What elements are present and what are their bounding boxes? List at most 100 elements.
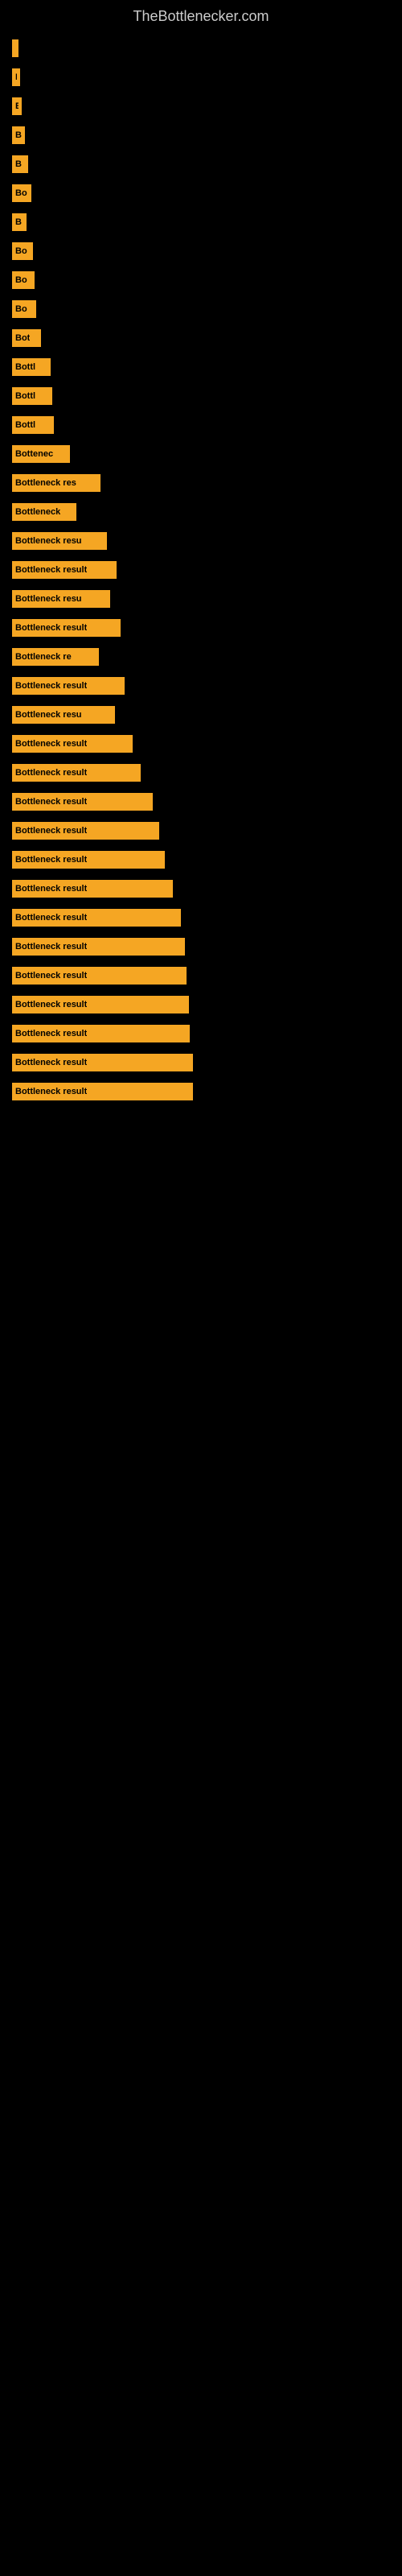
bar-label-36: Bottleneck result — [15, 1087, 87, 1096]
bar-label-2: B — [15, 101, 18, 111]
bar-label-6: B — [15, 217, 22, 227]
bar-19: Bottleneck resu — [12, 590, 110, 608]
bar-label-13: Bottl — [15, 420, 35, 430]
bar-label-23: Bottleneck resu — [15, 710, 82, 720]
bar-label-1: B — [15, 72, 17, 82]
bar-row-29: Bottleneck result — [12, 877, 390, 900]
bar-1: B — [12, 68, 20, 86]
bar-row-17: Bottleneck resu — [12, 530, 390, 552]
bar-row-1: B — [12, 66, 390, 89]
bar-label-31: Bottleneck result — [15, 942, 87, 952]
bar-22: Bottleneck result — [12, 677, 125, 695]
bar-row-32: Bottleneck result — [12, 964, 390, 987]
bar-row-36: Bottleneck result — [12, 1080, 390, 1103]
bar-label-34: Bottleneck result — [15, 1029, 87, 1038]
bar-row-18: Bottleneck result — [12, 559, 390, 581]
bar-label-32: Bottleneck result — [15, 971, 87, 980]
bar-label-33: Bottleneck result — [15, 1000, 87, 1009]
bar-label-19: Bottleneck resu — [15, 594, 82, 604]
bar-row-22: Bottleneck result — [12, 675, 390, 697]
bar-36: Bottleneck result — [12, 1083, 193, 1100]
bar-label-25: Bottleneck result — [15, 768, 87, 778]
bar-row-12: Bottl — [12, 385, 390, 407]
bar-label-10: Bot — [15, 333, 30, 343]
bar-row-6: B — [12, 211, 390, 233]
site-title: TheBottlenecker.com — [0, 0, 402, 29]
bar-label-18: Bottleneck result — [15, 565, 87, 575]
bar-label-11: Bottl — [15, 362, 35, 372]
bar-0: B — [12, 39, 18, 57]
bar-label-28: Bottleneck result — [15, 855, 87, 865]
bar-row-8: Bo — [12, 269, 390, 291]
bar-row-25: Bottleneck result — [12, 762, 390, 784]
bar-16: Bottleneck — [12, 503, 76, 521]
bar-35: Bottleneck result — [12, 1054, 193, 1071]
bar-label-14: Bottenec — [15, 449, 53, 459]
bar-row-4: B — [12, 153, 390, 175]
bar-30: Bottleneck result — [12, 909, 181, 927]
bar-row-20: Bottleneck result — [12, 617, 390, 639]
bar-15: Bottleneck res — [12, 474, 100, 492]
bar-row-0: B — [12, 37, 390, 60]
bar-label-21: Bottleneck re — [15, 652, 72, 662]
bar-label-35: Bottleneck result — [15, 1058, 87, 1067]
bar-label-4: B — [15, 159, 22, 169]
bar-label-8: Bo — [15, 275, 27, 285]
bar-row-30: Bottleneck result — [12, 906, 390, 929]
bar-31: Bottleneck result — [12, 938, 185, 956]
bar-row-34: Bottleneck result — [12, 1022, 390, 1045]
bar-row-26: Bottleneck result — [12, 791, 390, 813]
bar-label-24: Bottleneck result — [15, 739, 87, 749]
bar-9: Bo — [12, 300, 36, 318]
bar-label-9: Bo — [15, 304, 27, 314]
bar-row-5: Bo — [12, 182, 390, 204]
bar-label-17: Bottleneck resu — [15, 536, 82, 546]
bar-row-19: Bottleneck resu — [12, 588, 390, 610]
bar-row-2: B — [12, 95, 390, 118]
bar-24: Bottleneck result — [12, 735, 133, 753]
bar-13: Bottl — [12, 416, 54, 434]
bar-28: Bottleneck result — [12, 851, 165, 869]
bar-label-22: Bottleneck result — [15, 681, 87, 691]
bar-row-16: Bottleneck — [12, 501, 390, 523]
bar-label-3: B — [15, 130, 22, 140]
bar-row-9: Bo — [12, 298, 390, 320]
bar-12: Bottl — [12, 387, 52, 405]
bar-25: Bottleneck result — [12, 764, 141, 782]
bar-label-26: Bottleneck result — [15, 797, 87, 807]
bar-8: Bo — [12, 271, 35, 289]
bar-11: Bottl — [12, 358, 51, 376]
bar-row-35: Bottleneck result — [12, 1051, 390, 1074]
bar-32: Bottleneck result — [12, 967, 187, 985]
bar-row-27: Bottleneck result — [12, 819, 390, 842]
bar-5: Bo — [12, 184, 31, 202]
bar-27: Bottleneck result — [12, 822, 159, 840]
bar-10: Bot — [12, 329, 41, 347]
bar-33: Bottleneck result — [12, 996, 189, 1013]
bar-row-11: Bottl — [12, 356, 390, 378]
bar-row-28: Bottleneck result — [12, 848, 390, 871]
bar-17: Bottleneck resu — [12, 532, 107, 550]
bar-26: Bottleneck result — [12, 793, 153, 811]
bar-18: Bottleneck result — [12, 561, 117, 579]
bar-row-33: Bottleneck result — [12, 993, 390, 1016]
bar-6: B — [12, 213, 27, 231]
bar-label-15: Bottleneck res — [15, 478, 76, 488]
bar-row-21: Bottleneck re — [12, 646, 390, 668]
bar-label-16: Bottleneck — [15, 507, 60, 517]
bar-row-7: Bo — [12, 240, 390, 262]
bar-21: Bottleneck re — [12, 648, 99, 666]
bar-4: B — [12, 155, 28, 173]
bar-23: Bottleneck resu — [12, 706, 115, 724]
bar-row-15: Bottleneck res — [12, 472, 390, 494]
bar-row-3: B — [12, 124, 390, 147]
bar-34: Bottleneck result — [12, 1025, 190, 1042]
bar-row-31: Bottleneck result — [12, 935, 390, 958]
bar-row-14: Bottenec — [12, 443, 390, 465]
bars-container: B B B B B Bo B Bo Bo Bo Bot Bottl Bottl Bottl Bottenec… — [0, 29, 402, 1117]
bar-2: B — [12, 97, 22, 115]
bar-7: Bo — [12, 242, 33, 260]
bar-label-5: Bo — [15, 188, 27, 198]
bar-label-29: Bottleneck result — [15, 884, 87, 894]
bar-label-30: Bottleneck result — [15, 913, 87, 923]
